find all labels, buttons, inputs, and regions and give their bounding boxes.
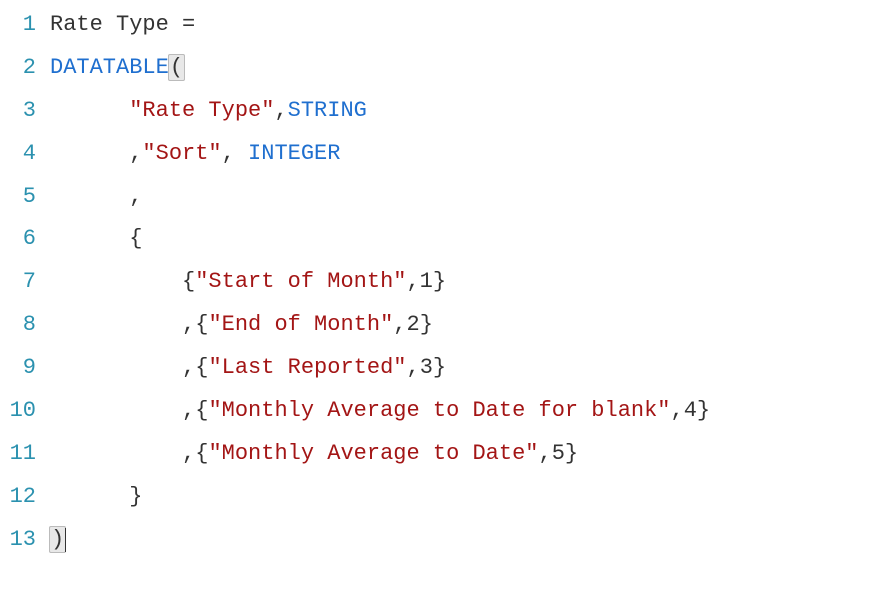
- line-number: 5: [0, 176, 50, 219]
- line-number: 7: [0, 261, 50, 304]
- code-line[interactable]: 8 ,{"End of Month",2}: [0, 304, 872, 347]
- line-number: 12: [0, 476, 50, 519]
- code-content[interactable]: ,{"End of Month",2}: [50, 304, 872, 347]
- token-punct: }: [565, 441, 578, 466]
- token-punct: ,: [222, 141, 248, 166]
- code-content[interactable]: ,{"Last Reported",3}: [50, 347, 872, 390]
- line-number: 10: [0, 390, 50, 433]
- token-punct: ,{: [182, 398, 208, 423]
- code-line[interactable]: 9 ,{"Last Reported",3}: [0, 347, 872, 390]
- line-number: 9: [0, 347, 50, 390]
- token-number: 5: [552, 441, 565, 466]
- token-punct: ,: [539, 441, 552, 466]
- token-punct: }: [420, 312, 433, 337]
- indent: [50, 184, 129, 209]
- code-line[interactable]: 2DATATABLE(: [0, 47, 872, 90]
- token-string: "Rate Type": [129, 98, 274, 123]
- token-punct: (: [168, 54, 185, 81]
- line-number: 8: [0, 304, 50, 347]
- token-number: 4: [684, 398, 697, 423]
- token-keyword: INTEGER: [248, 141, 340, 166]
- token-number: 3: [420, 355, 433, 380]
- code-content[interactable]: }: [50, 476, 872, 519]
- token-keyword: STRING: [288, 98, 367, 123]
- code-content[interactable]: {: [50, 218, 872, 261]
- line-number: 1: [0, 4, 50, 47]
- token-punct: ,{: [182, 441, 208, 466]
- code-line[interactable]: 4 ,"Sort", INTEGER: [0, 133, 872, 176]
- line-number: 11: [0, 433, 50, 476]
- token-punct: ,: [393, 312, 406, 337]
- token-string: "Last Reported": [208, 355, 406, 380]
- token-string: "Monthly Average to Date": [208, 441, 538, 466]
- code-line[interactable]: 1Rate Type =: [0, 4, 872, 47]
- code-content[interactable]: ,{"Monthly Average to Date",5}: [50, 433, 872, 476]
- line-number: 6: [0, 218, 50, 261]
- indent: [50, 98, 129, 123]
- token-string: "End of Month": [208, 312, 393, 337]
- token-punct: }: [697, 398, 710, 423]
- line-number: 13: [0, 519, 50, 562]
- token-string: "Monthly Average to Date for blank": [208, 398, 670, 423]
- token-punct: ,: [406, 355, 419, 380]
- token-punct: ,: [671, 398, 684, 423]
- token-punct: }: [129, 484, 142, 509]
- code-line[interactable]: 13): [0, 519, 872, 562]
- line-number: 3: [0, 90, 50, 133]
- token-punct: ,{: [182, 312, 208, 337]
- code-content[interactable]: ): [50, 519, 872, 562]
- code-content[interactable]: ,: [50, 176, 872, 219]
- token-punct: ,: [129, 184, 142, 209]
- code-line[interactable]: 11 ,{"Monthly Average to Date",5}: [0, 433, 872, 476]
- indent: [50, 312, 182, 337]
- cursor-icon: [65, 528, 66, 552]
- indent: [50, 484, 129, 509]
- code-line[interactable]: 12 }: [0, 476, 872, 519]
- token-string: "Sort": [142, 141, 221, 166]
- token-punct: ,: [274, 98, 287, 123]
- token-string: "Start of Month": [195, 269, 406, 294]
- code-line[interactable]: 6 {: [0, 218, 872, 261]
- code-line[interactable]: 7 {"Start of Month",1}: [0, 261, 872, 304]
- token-punct: {: [182, 269, 195, 294]
- indent: [50, 269, 182, 294]
- indent: [50, 398, 182, 423]
- token-punct: ,{: [182, 355, 208, 380]
- indent: [50, 355, 182, 380]
- token-number: 2: [406, 312, 419, 337]
- code-line[interactable]: 5 ,: [0, 176, 872, 219]
- indent: [50, 141, 129, 166]
- code-editor[interactable]: 1Rate Type = 2DATATABLE(3 "Rate Type",ST…: [0, 4, 872, 562]
- token-punct: ,: [129, 141, 142, 166]
- line-number: 2: [0, 47, 50, 90]
- token-punct: ): [49, 526, 66, 553]
- code-content[interactable]: DATATABLE(: [50, 47, 872, 90]
- token-punct: }: [433, 269, 446, 294]
- code-content[interactable]: "Rate Type",STRING: [50, 90, 872, 133]
- line-number: 4: [0, 133, 50, 176]
- token-keyword: DATATABLE: [50, 55, 169, 80]
- code-line[interactable]: 3 "Rate Type",STRING: [0, 90, 872, 133]
- code-content[interactable]: ,{"Monthly Average to Date for blank",4}: [50, 390, 872, 433]
- token-plain: Rate Type =: [50, 12, 208, 37]
- token-punct: }: [433, 355, 446, 380]
- token-punct: {: [129, 226, 142, 251]
- indent: [50, 441, 182, 466]
- token-number: 1: [420, 269, 433, 294]
- code-content[interactable]: Rate Type =: [50, 4, 872, 47]
- code-content[interactable]: ,"Sort", INTEGER: [50, 133, 872, 176]
- code-content[interactable]: {"Start of Month",1}: [50, 261, 872, 304]
- token-punct: ,: [406, 269, 419, 294]
- indent: [50, 226, 129, 251]
- code-line[interactable]: 10 ,{"Monthly Average to Date for blank"…: [0, 390, 872, 433]
